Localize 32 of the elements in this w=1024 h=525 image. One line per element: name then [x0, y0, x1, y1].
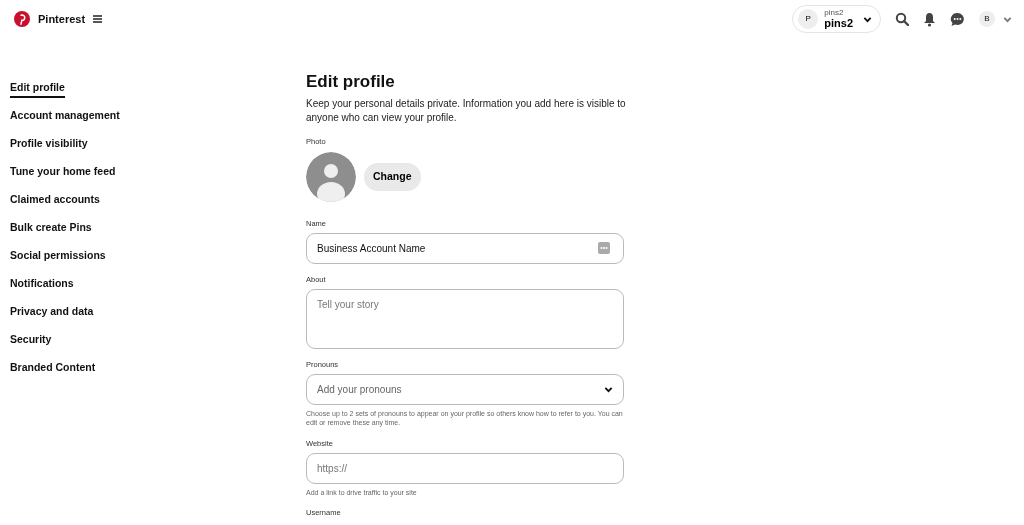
- input-field[interactable]: Business Account Name: [306, 232, 624, 264]
- sidebar-item[interactable]: Claimed accounts: [10, 186, 100, 214]
- avatar-placeholder-icon: [306, 151, 356, 202]
- sidebar-item[interactable]: Profile visibility: [10, 130, 88, 158]
- sidebar-item[interactable]: Social permissions: [10, 242, 106, 270]
- account-switcher[interactable]: P pins2 pins2: [792, 4, 881, 34]
- sidebar-item[interactable]: Account management: [10, 102, 120, 130]
- account-name: pins2: [824, 16, 853, 30]
- search-icon[interactable]: [895, 12, 909, 26]
- chevron-icon: [604, 385, 613, 395]
- sidebar-item[interactable]: Branded Content: [10, 354, 96, 382]
- chat-icon[interactable]: [950, 11, 965, 27]
- dropdown-placeholder: Add your pronouns: [317, 383, 402, 398]
- sidebar-item[interactable]: Security: [10, 326, 52, 354]
- brand-name[interactable]: Pinterest: [38, 10, 86, 28]
- sidebar-item[interactable]: Notifications: [10, 270, 74, 298]
- input-field[interactable]: https://: [306, 452, 624, 484]
- user-avatar[interactable]: B: [979, 11, 995, 27]
- sidebar-item[interactable]: Edit profile: [10, 74, 65, 102]
- text-area[interactable]: Tell your story: [306, 289, 624, 350]
- intro-text: Keep your personal details private. Information you add here is visible to anyone who can view your profile.: [306, 97, 626, 125]
- logo-icon[interactable]: [14, 11, 30, 27]
- page-title: Edit profile: [306, 72, 396, 93]
- change-button[interactable]: Change: [364, 162, 421, 191]
- bell-icon[interactable]: [923, 11, 936, 27]
- menu-icon[interactable]: [93, 15, 103, 23]
- sidebar-item[interactable]: Bulk create Pins: [10, 214, 92, 242]
- sidebar-item[interactable]: Tune your home feed: [10, 158, 116, 186]
- account-label: pins2: [824, 8, 845, 17]
- avatar-initial: P: [798, 9, 819, 29]
- pronouns-dropdown[interactable]: Add your pronouns: [306, 374, 624, 406]
- sidebar-item[interactable]: Privacy and data: [10, 298, 94, 326]
